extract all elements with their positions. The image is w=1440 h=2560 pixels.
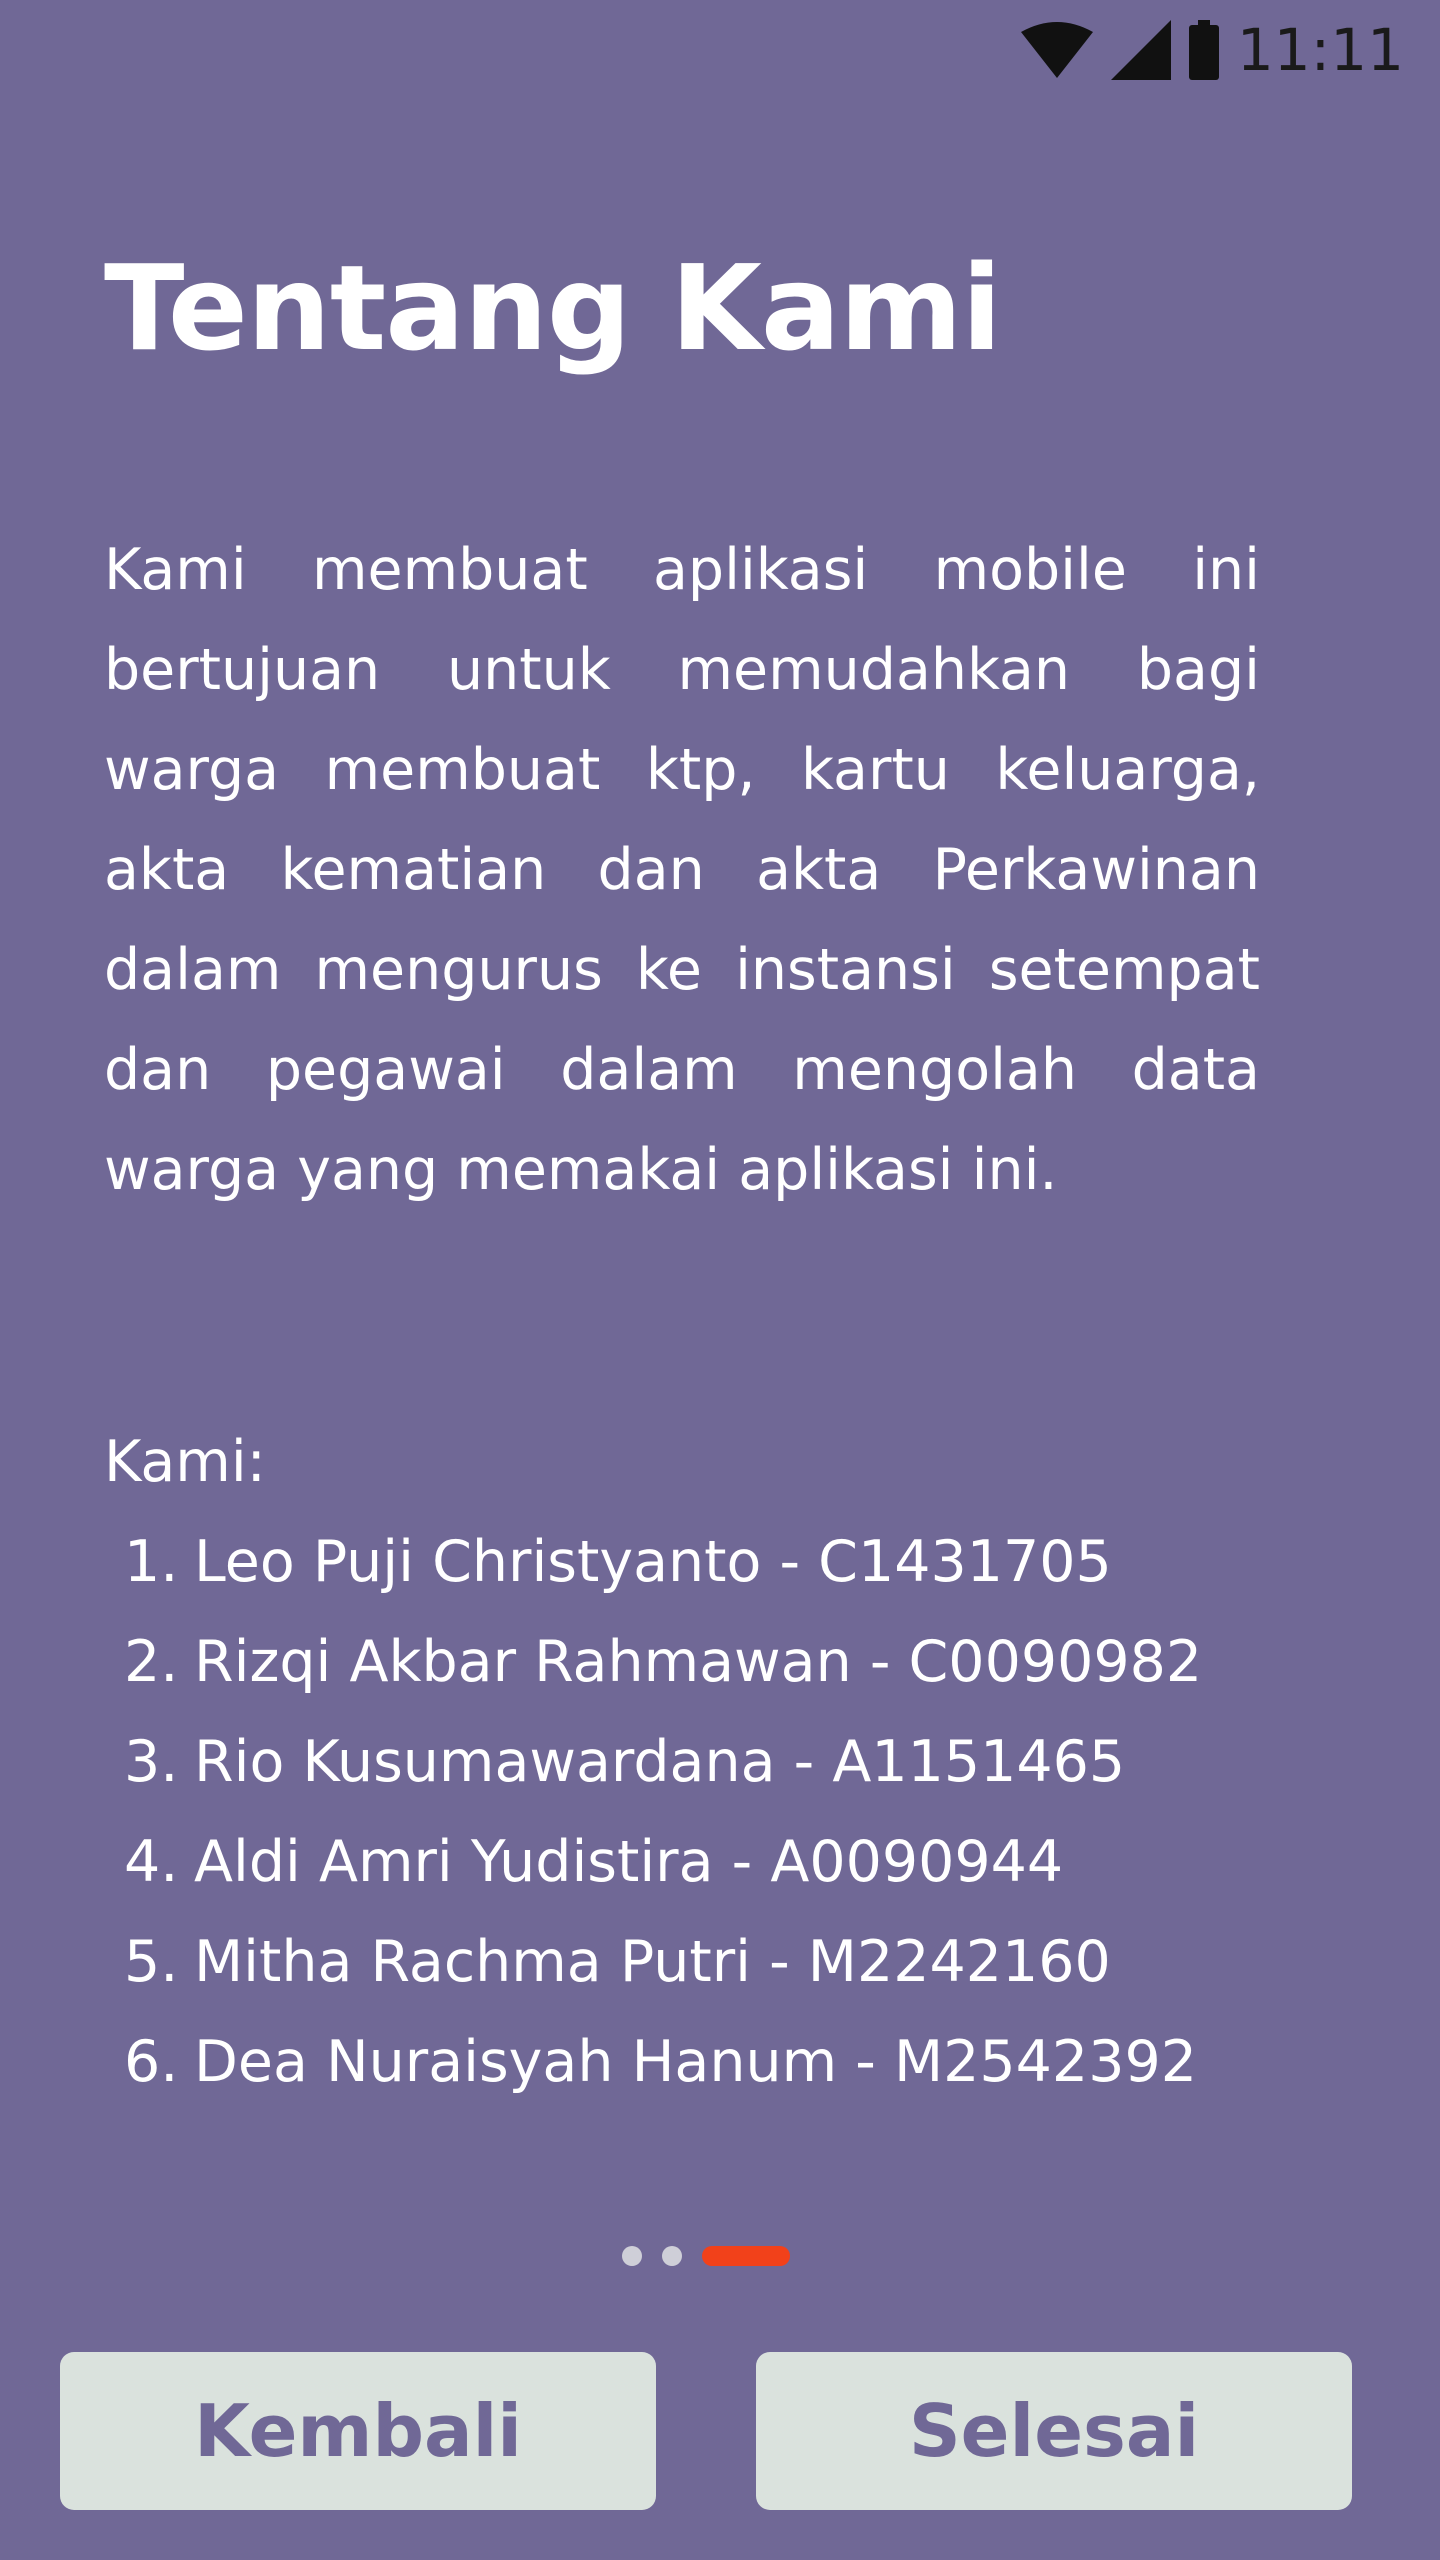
back-button[interactable]: Kembali [60,2352,656,2510]
list-item: 2. Rizqi Akbar Rahmawan - C0090982 [124,1612,1202,1712]
list-item-number: 4. [124,1829,179,1895]
list-item-text: Rizqi Akbar Rahmawan - C0090982 [194,1629,1203,1695]
status-bar: 11:11 [1000,0,1440,100]
done-button[interactable]: Selesai [756,2352,1352,2510]
list-item-text: Leo Puji Christyanto - C1431705 [194,1529,1112,1595]
list-item-number: 1. [124,1529,179,1595]
page-dot-1[interactable] [622,2246,642,2266]
list-item-number: 5. [124,1929,179,1995]
list-item-number: 6. [124,2029,179,2095]
page-dot-2[interactable] [662,2246,682,2266]
about-description: Kami membuat aplikasi mobile ini bertuju… [104,537,1260,1203]
about-screen: 11:11 Tentang Kami Kami membuat aplikasi… [0,0,1440,2560]
list-item: 4. Aldi Amri Yudistira - A0090944 [124,1812,1202,1912]
page-indicator [622,2246,790,2266]
signal-icon [1110,20,1171,80]
list-item: 5. Mitha Rachma Putri - M2242160 [124,1912,1202,2012]
list-item-number: 3. [124,1729,179,1795]
page-title: Tentang Kami [104,239,1002,377]
battery-icon [1188,20,1219,80]
list-item: 3. Rio Kusumawardana - A1151465 [124,1712,1202,1812]
list-item-text: Aldi Amri Yudistira - A0090944 [194,1829,1064,1895]
list-item-number: 2. [124,1629,179,1695]
members-label: Kami: [104,1429,266,1495]
list-item: 6. Dea Nuraisyah Hanum - M2542392 [124,2012,1202,2112]
page-dot-3-active[interactable] [702,2246,790,2266]
list-item: 1. Leo Puji Christyanto - C1431705 [124,1512,1202,1612]
wifi-icon [1020,22,1093,78]
status-time: 11:11 [1236,16,1404,84]
list-item-text: Rio Kusumawardana - A1151465 [194,1729,1126,1795]
members-list: 1. Leo Puji Christyanto - C1431705 2. Rizq… [124,1512,1202,2112]
list-item-text: Dea Nuraisyah Hanum - M2542392 [194,2029,1197,2095]
list-item-text: Mitha Rachma Putri - M2242160 [194,1929,1111,1995]
